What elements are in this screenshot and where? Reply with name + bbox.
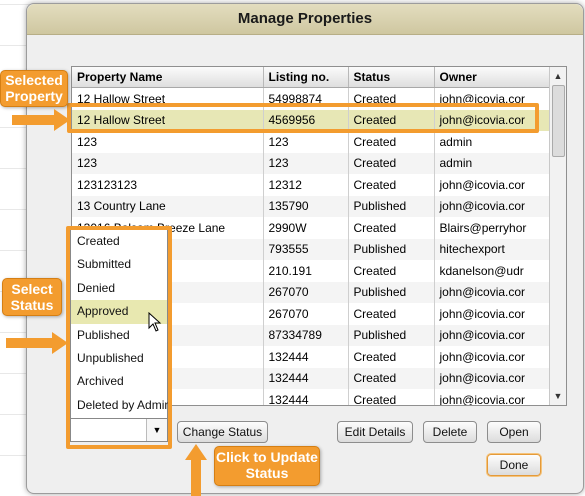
cell-listing-no: 210.191: [263, 260, 349, 282]
cell-owner: john@icovia.cor: [434, 389, 551, 405]
cell-owner: john@icovia.cor: [434, 281, 551, 303]
cell-status: Created: [348, 346, 435, 368]
cell-status: Created: [348, 131, 435, 153]
cell-property-name: 13 Country Lane: [72, 195, 264, 217]
change-status-button[interactable]: Change Status: [177, 421, 268, 443]
cell-owner: kdanelson@udr: [434, 260, 551, 282]
cell-status: Created: [348, 174, 435, 196]
cell-owner: john@icovia.cor: [434, 174, 551, 196]
cell-status: Published: [348, 324, 435, 346]
cell-listing-no: 132444: [263, 367, 349, 389]
mouse-pointer-icon: [148, 312, 162, 332]
column-header-listing-no[interactable]: Listing no.: [263, 67, 349, 88]
cell-status: Created: [348, 389, 435, 405]
scroll-down-icon[interactable]: ▼: [552, 389, 564, 403]
cell-property-name: 123123123: [72, 174, 264, 196]
selected-row-highlight: [67, 103, 539, 133]
table-row[interactable]: 123123123 12312 Created john@icovia.cor: [72, 174, 551, 196]
arrow-head-selected-property: [54, 109, 70, 131]
dialog-title: Manage Properties: [27, 4, 583, 35]
cell-owner: hitechexport: [434, 238, 551, 260]
cell-owner: Blairs@perryhor: [434, 217, 551, 239]
cell-listing-no: 2990W: [263, 217, 349, 239]
cell-listing-no: 12312: [263, 174, 349, 196]
cell-listing-no: 135790: [263, 195, 349, 217]
delete-button[interactable]: Delete: [423, 421, 477, 443]
edit-details-button[interactable]: Edit Details: [337, 421, 413, 443]
table-row[interactable]: 13 Country Lane 135790 Published john@icovi…: [72, 195, 551, 217]
status-dropdown-highlight: [66, 226, 172, 449]
cell-listing-no: 132444: [263, 389, 349, 405]
cell-property-name: 123: [72, 131, 264, 153]
cell-owner: john@icovia.cor: [434, 195, 551, 217]
arrow-selected-property: [12, 115, 54, 125]
callout-select-status: Select Status: [2, 278, 62, 316]
scrollbar-thumb[interactable]: [552, 85, 565, 157]
cell-owner: john@icovia.cor: [434, 303, 551, 325]
cell-listing-no: 123: [263, 152, 349, 174]
cell-status: Created: [348, 217, 435, 239]
cell-status: Created: [348, 367, 435, 389]
cell-owner: john@icovia.cor: [434, 346, 551, 368]
callout-selected-property: Selected Property: [0, 70, 68, 107]
cell-status: Created: [348, 260, 435, 282]
cell-status: Published: [348, 281, 435, 303]
done-button[interactable]: Done: [487, 454, 541, 476]
arrow-update-status: [191, 460, 201, 496]
cell-status: Published: [348, 238, 435, 260]
open-button[interactable]: Open: [487, 421, 541, 443]
cell-owner: john@icovia.cor: [434, 367, 551, 389]
cell-listing-no: 267070: [263, 281, 349, 303]
cell-status: Created: [348, 152, 435, 174]
scroll-up-icon[interactable]: ▲: [552, 69, 564, 83]
cell-listing-no: 123: [263, 131, 349, 153]
arrow-select-status: [6, 338, 52, 348]
table-header-row: Property Name Listing no. Status Owner: [72, 67, 551, 88]
cell-owner: admin: [434, 131, 551, 153]
table-row[interactable]: 123 123 Created admin: [72, 152, 551, 174]
callout-click-update-status: Click to Update Status: [214, 446, 320, 486]
cell-owner: john@icovia.cor: [434, 324, 551, 346]
column-header-owner[interactable]: Owner: [434, 67, 551, 88]
cell-listing-no: 87334789: [263, 324, 349, 346]
arrow-head-select-status: [52, 332, 68, 354]
cell-listing-no: 267070: [263, 303, 349, 325]
cell-status: Published: [348, 195, 435, 217]
table-scrollbar[interactable]: ▲ ▼: [549, 67, 566, 405]
arrow-head-update-status: [185, 444, 207, 460]
column-header-property-name[interactable]: Property Name: [72, 67, 264, 88]
cell-listing-no: 132444: [263, 346, 349, 368]
cell-property-name: 123: [72, 152, 264, 174]
column-header-status[interactable]: Status: [348, 67, 435, 88]
cell-owner: admin: [434, 152, 551, 174]
cell-status: Created: [348, 303, 435, 325]
cell-listing-no: 793555: [263, 238, 349, 260]
table-row[interactable]: 123 123 Created admin: [72, 131, 551, 153]
